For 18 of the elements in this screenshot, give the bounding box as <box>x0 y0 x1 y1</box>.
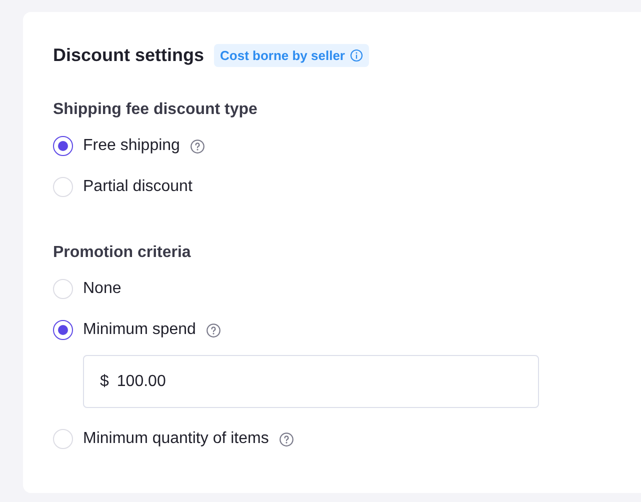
radio-button[interactable] <box>53 136 73 156</box>
option-label: Free shipping <box>83 137 180 155</box>
currency-prefix: $ <box>100 372 109 390</box>
badge-label: Cost borne by seller <box>220 48 345 63</box>
amount-field[interactable]: $ 100.00 <box>83 355 539 408</box>
card-title: Discount settings <box>53 45 204 66</box>
section-title: Shipping fee discount type <box>53 101 258 119</box>
option-label: Minimum spend <box>83 321 196 339</box>
help-icon[interactable] <box>190 138 205 154</box>
option-label: Minimum quantity of items <box>83 430 269 448</box>
radio-button[interactable] <box>53 320 73 340</box>
info-icon[interactable] <box>350 49 363 62</box>
option-label: None <box>83 280 122 298</box>
help-icon[interactable] <box>206 322 221 338</box>
help-icon[interactable] <box>278 432 294 446</box>
section-title: Promotion criteria <box>53 244 192 262</box>
option-label: Partial discount <box>83 178 192 196</box>
amount-value: 100.00 <box>116 372 166 390</box>
